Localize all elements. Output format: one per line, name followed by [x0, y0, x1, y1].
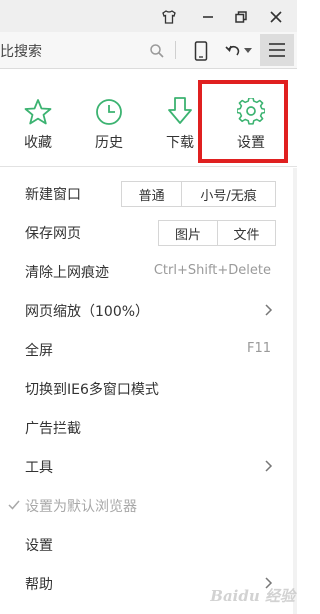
chevron-down-icon[interactable] [242, 40, 254, 62]
menu-item-save-page: 保存网页 图片 文件 [0, 213, 297, 252]
menu-item-adblock[interactable]: 广告拦截 [0, 408, 297, 447]
quick-action-favorites[interactable]: 收藏 [8, 92, 68, 152]
menu-shortcut: Ctrl+Shift+Delete [153, 263, 271, 278]
close-icon[interactable] [265, 6, 287, 28]
title-bar [0, 0, 297, 32]
restore-icon[interactable] [230, 6, 252, 28]
menu-label: 设置为默认浏览器 [25, 499, 137, 515]
toolbar: 比搜索 [0, 32, 297, 69]
menu-label: 网页缩放（100%） [25, 304, 150, 320]
menu-button[interactable] [260, 34, 294, 66]
skin-shirt-icon[interactable] [158, 6, 180, 28]
checkmark-icon [8, 500, 20, 510]
menu-label: 广告拦截 [25, 421, 81, 437]
save-as-image-button[interactable]: 图片 [159, 221, 217, 245]
menu-item-clear-traces[interactable]: 清除上网痕迹 Ctrl+Shift+Delete [0, 252, 297, 291]
highlight-box [198, 80, 288, 163]
menu-item-fullscreen[interactable]: 全屏 F11 [0, 330, 297, 369]
new-window-normal-button[interactable]: 普通 [122, 182, 181, 206]
new-window-options: 普通 小号/无痕 [121, 181, 276, 207]
clock-icon [79, 92, 139, 126]
minimize-icon[interactable] [197, 6, 219, 28]
menu-label: 全屏 [25, 343, 53, 359]
chevron-right-icon [265, 460, 273, 472]
menu-item-default-browser[interactable]: 设置为默认浏览器 [0, 486, 297, 525]
watermark: Baidu 经验 [210, 587, 295, 605]
search-icon[interactable] [146, 40, 168, 62]
menu-item-tools[interactable]: 工具 [0, 447, 297, 486]
chevron-right-icon [265, 304, 273, 316]
scrollbar[interactable] [293, 168, 297, 614]
menu-shortcut: F11 [246, 341, 271, 356]
menu-label: 切换到IE6多窗口模式 [25, 382, 159, 398]
save-page-options: 图片 文件 [158, 220, 276, 246]
mobile-phone-icon[interactable] [190, 40, 212, 62]
search-input[interactable]: 比搜索 [0, 41, 42, 61]
menu-item-settings[interactable]: 设置 [0, 525, 297, 564]
save-as-file-button[interactable]: 文件 [216, 221, 275, 245]
menu-label: 设置 [25, 538, 53, 554]
new-window-private-button[interactable]: 小号/无痕 [181, 182, 275, 206]
menu-item-new-window: 新建窗口 普通 小号/无痕 [0, 174, 297, 213]
hamburger-icon [269, 43, 285, 57]
menu-label: 帮助 [25, 577, 53, 593]
menu-label: 新建窗口 [25, 187, 81, 203]
menu-item-zoom[interactable]: 网页缩放（100%） [0, 291, 297, 330]
quick-action-history[interactable]: 历史 [79, 92, 139, 152]
menu-label: 工具 [25, 460, 53, 476]
undo-icon[interactable] [222, 40, 244, 62]
menu-label: 清除上网痕迹 [25, 265, 109, 281]
menu-item-ie6-mode[interactable]: 切换到IE6多窗口模式 [0, 369, 297, 408]
menu-label: 保存网页 [25, 226, 81, 242]
quick-action-label: 历史 [95, 135, 123, 151]
toolbar-divider [175, 41, 176, 59]
quick-action-label: 收藏 [24, 135, 52, 151]
star-icon [8, 92, 68, 126]
